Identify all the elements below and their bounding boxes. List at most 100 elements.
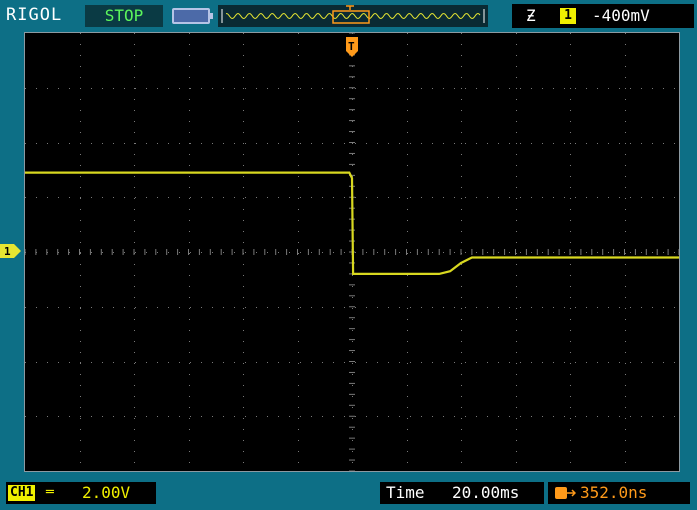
grid-dot [25,416,26,417]
grid-dot [278,143,279,144]
timebase-box[interactable]: Time 20.00ms [380,482,544,504]
grid-dot [243,231,244,232]
grid-dot [278,88,279,89]
grid-dot [124,307,125,308]
trigger-status-box[interactable]: Ƶ 1 -400mV [512,4,694,28]
grid-dot [570,462,571,463]
grid-dot [498,307,499,308]
channel1-ground-marker[interactable]: 1 [0,243,22,259]
grid-dot [407,33,408,34]
grid-dot [443,197,444,198]
grid-dot [201,307,202,308]
grid-dot [322,197,323,198]
grid-dot [509,362,510,363]
grid-dot [134,187,135,188]
grid-dot [267,307,268,308]
grid-dot [179,252,180,253]
grid-dot [570,143,571,144]
grid-dot [487,362,488,363]
grid-dot [520,252,521,253]
grid-dot [146,143,147,144]
grid-dot [352,132,353,133]
grid-dot [168,88,169,89]
grid-dot [432,416,433,417]
grid-dot [516,407,517,408]
grid-dot [516,385,517,386]
grid-dot [407,275,408,276]
grid-dot [243,319,244,320]
grid-dot [36,362,37,363]
grid-dot [201,252,202,253]
grid-dot [134,264,135,265]
grid-dot [498,88,499,89]
channel1-info-box[interactable]: CH1 ═ 2.00V [6,482,156,504]
grid-dot [223,416,224,417]
grid-dot [298,374,299,375]
grid-dot [298,253,299,254]
grid-dot [80,363,81,364]
grid-dot [189,165,190,166]
grid-dot [289,197,290,198]
grid-dot [80,198,81,199]
grid-dot [36,416,37,417]
grid-dot [564,143,565,144]
grid-dot [135,252,136,253]
grid-dot [399,143,400,144]
grid-dot [625,33,626,34]
grid-dot [407,286,408,287]
grid-dot [234,362,235,363]
grid-dot [516,440,517,441]
grid-dot [212,88,213,89]
grid-dot [407,198,408,199]
grid-dot [69,143,70,144]
grid-dot [570,275,571,276]
grid-dot [443,88,444,89]
grid-dot [570,55,571,56]
grid-dot [586,88,587,89]
grid-dot [570,110,571,111]
grid-dot [366,197,367,198]
grid-dot [520,143,521,144]
grid-dot [80,341,81,342]
grid-dot [570,396,571,397]
trigger-offset-box[interactable]: 352.0ns [548,482,690,504]
grid-dot [432,252,433,253]
grid-dot [179,88,180,89]
grid-dot [625,143,626,144]
grid-dot [625,121,626,122]
grid-dot [134,165,135,166]
grid-dot [407,154,408,155]
grid-dot [298,33,299,34]
grid-dot [243,407,244,408]
grid-dot [407,341,408,342]
grid-dot [201,197,202,198]
grid-dot [407,176,408,177]
grid-dot [322,307,323,308]
grid-dot [80,286,81,287]
grid-dot [476,88,477,89]
grid-dot [674,143,675,144]
grid-dot [243,187,244,188]
grid-dot [189,220,190,221]
grid-dot [190,416,191,417]
grid-dot [311,362,312,363]
run-stop-status[interactable]: STOP [85,5,163,27]
grid-dot [243,418,244,419]
grid-dot [575,252,576,253]
grid-dot [134,209,135,210]
grid-dot [223,143,224,144]
grid-dot [399,307,400,308]
grid-dot [168,307,169,308]
waveform-display[interactable]: T [24,32,680,472]
grid-dot [366,416,367,417]
grid-dot [298,407,299,408]
grid-dot [410,252,411,253]
grid-dot [531,88,532,89]
grid-dot [80,44,81,45]
grid-dot [625,231,626,232]
grid-dot [625,187,626,188]
grid-dot [80,374,81,375]
grid-dot [564,88,565,89]
grid-dot [25,197,26,198]
grid-dot [124,252,125,253]
